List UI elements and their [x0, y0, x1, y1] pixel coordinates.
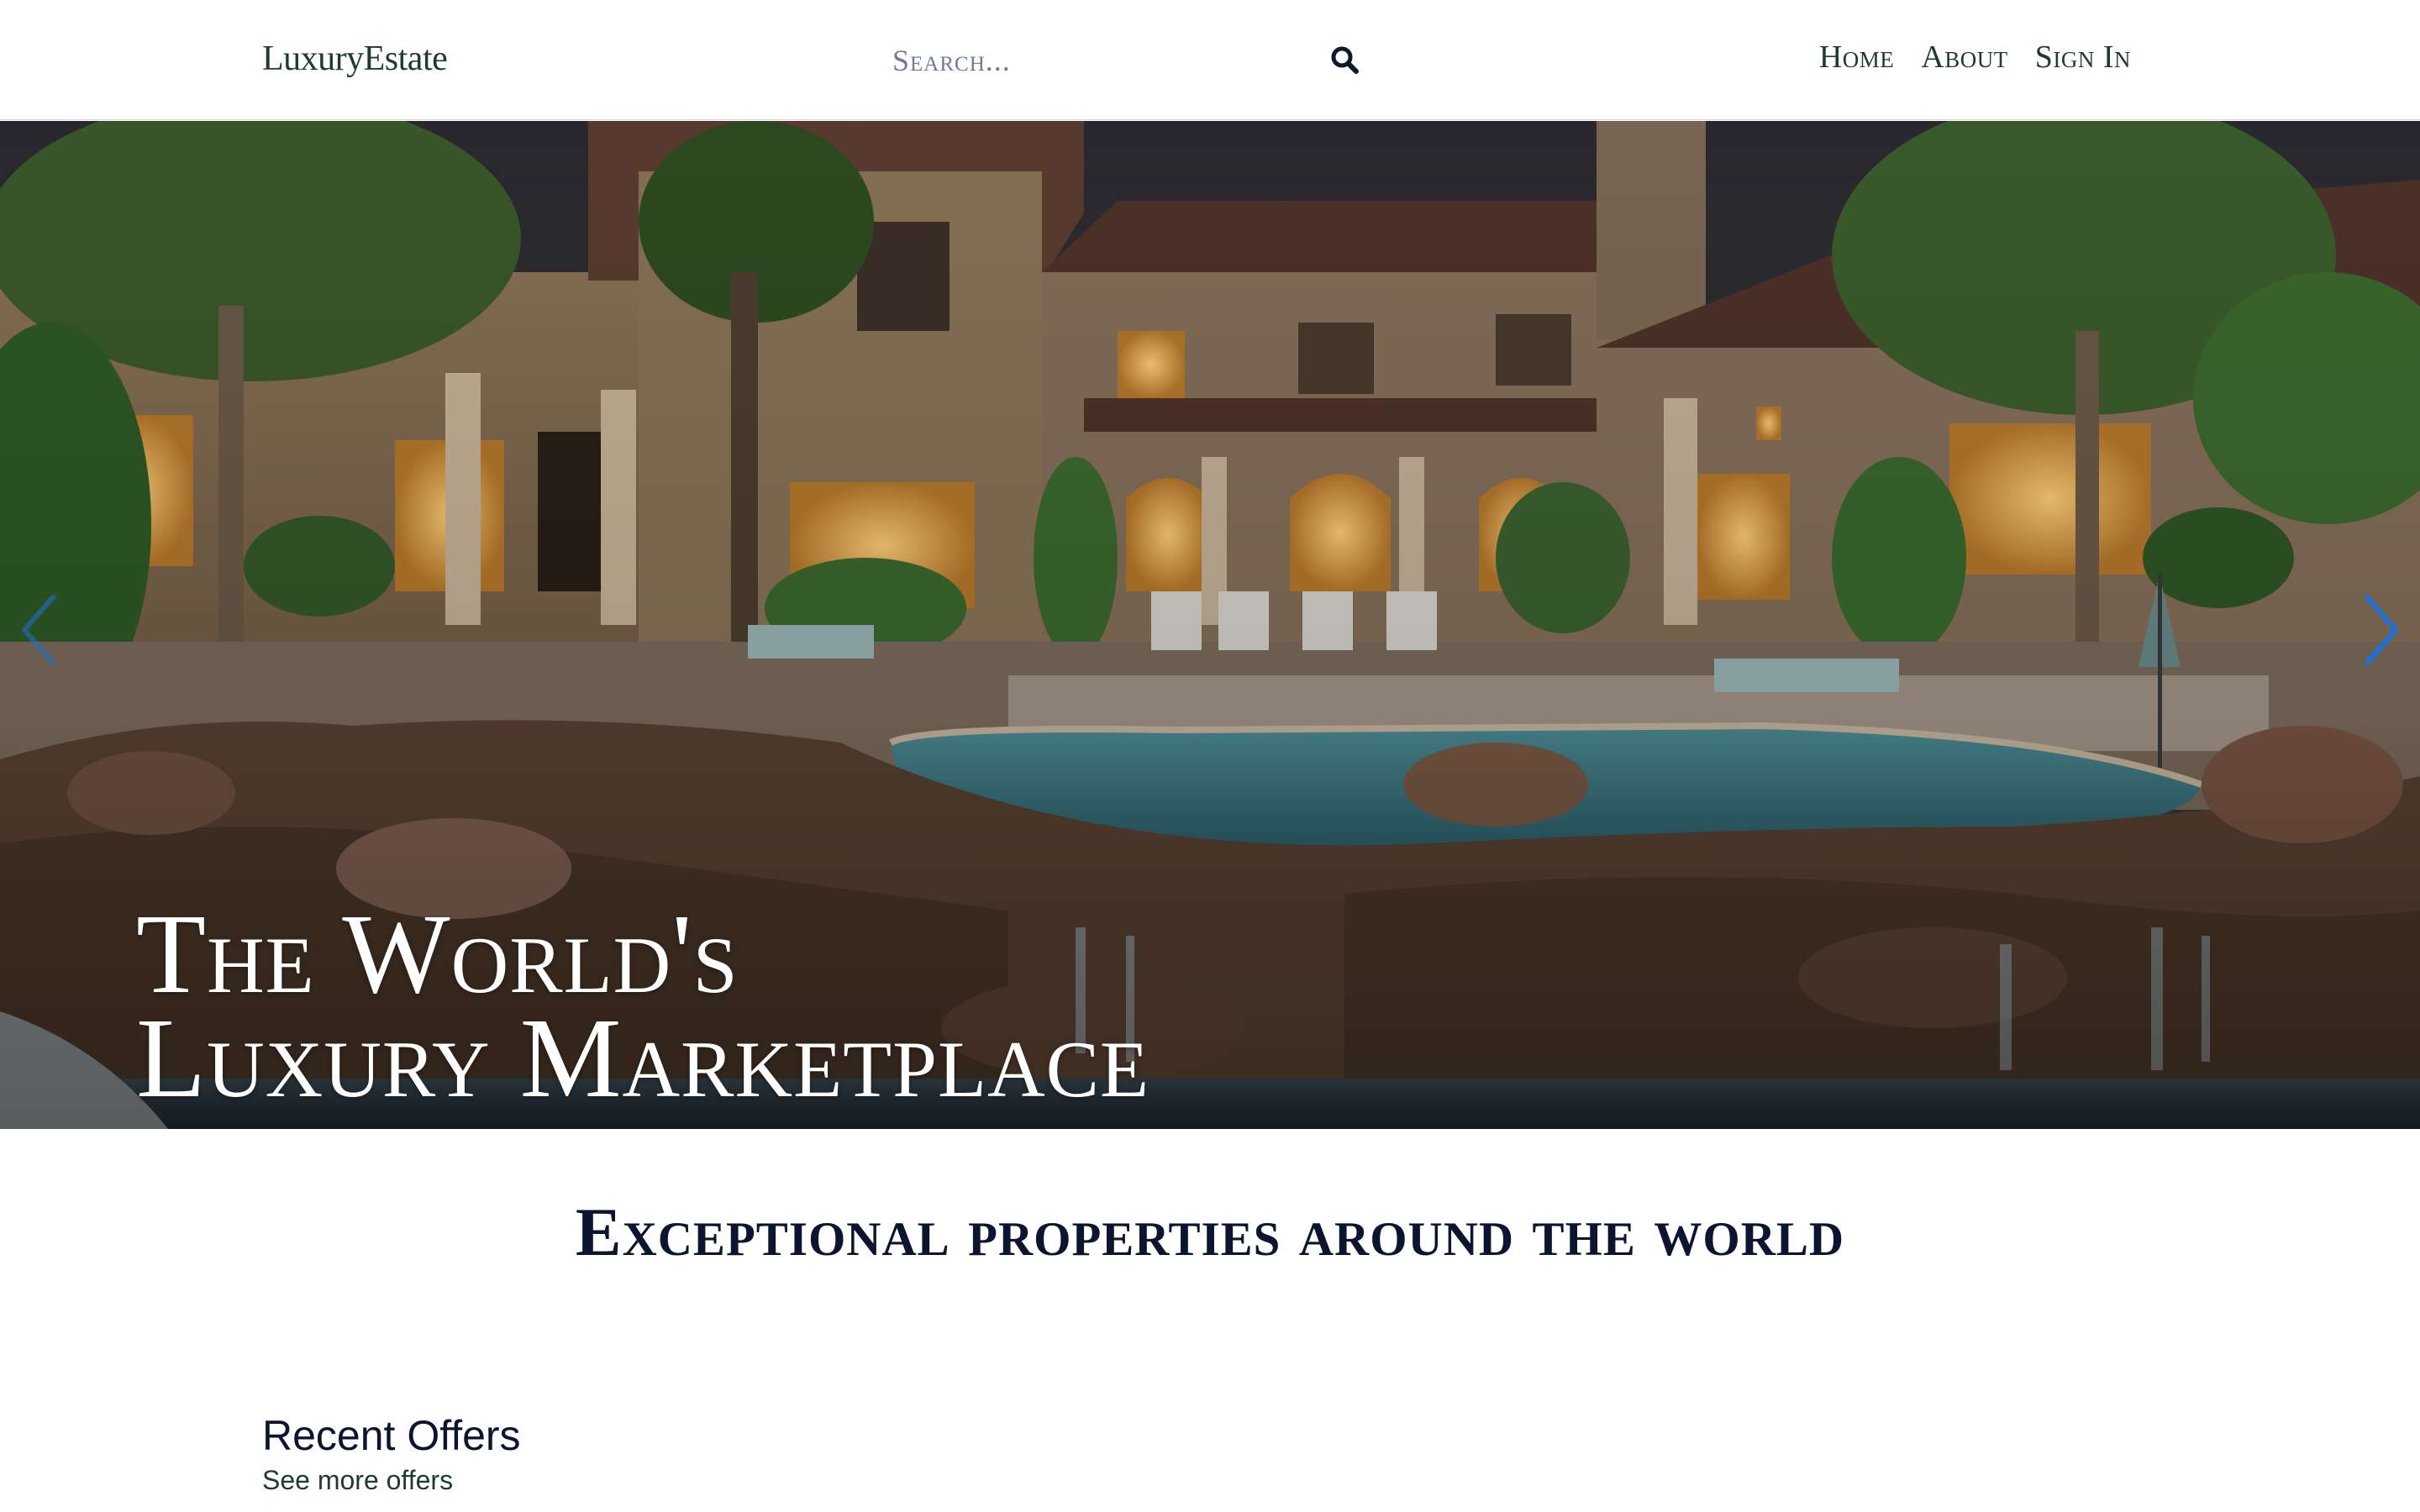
site-logo[interactable]: LuxuryEstate: [262, 39, 448, 79]
hero-carousel: The World's Luxury Marketplace: [0, 121, 2420, 1129]
main-nav: Home About Sign In: [1819, 39, 2131, 76]
chevron-right-icon: [2360, 592, 2402, 672]
hero-title-line-1: The World's: [136, 891, 739, 1017]
search-button[interactable]: [1321, 37, 1368, 84]
hero-title-line-2: Luxury Marketplace: [136, 995, 1150, 1121]
recent-offers-title: Recent Offers: [262, 1412, 521, 1459]
carousel-next-button[interactable]: [2348, 581, 2415, 682]
tagline: Exceptional properties around the world: [575, 1194, 1845, 1270]
search-icon: [1330, 45, 1359, 76]
recent-offers-section: Recent Offers See more offers: [262, 1411, 521, 1496]
nav-sign-in[interactable]: Sign In: [2035, 39, 2131, 76]
chevron-left-icon: [18, 592, 60, 672]
site-header: LuxuryEstate Home About Sign In: [0, 0, 2420, 120]
search-input[interactable]: [892, 37, 1304, 84]
see-more-offers-link[interactable]: See more offers: [262, 1465, 521, 1496]
search-bar: [892, 37, 1371, 84]
nav-home[interactable]: Home: [1819, 39, 1894, 76]
hero-title: The World's Luxury Marketplace: [136, 891, 1150, 1121]
carousel-prev-button[interactable]: [5, 581, 72, 682]
nav-about[interactable]: About: [1921, 39, 2007, 76]
